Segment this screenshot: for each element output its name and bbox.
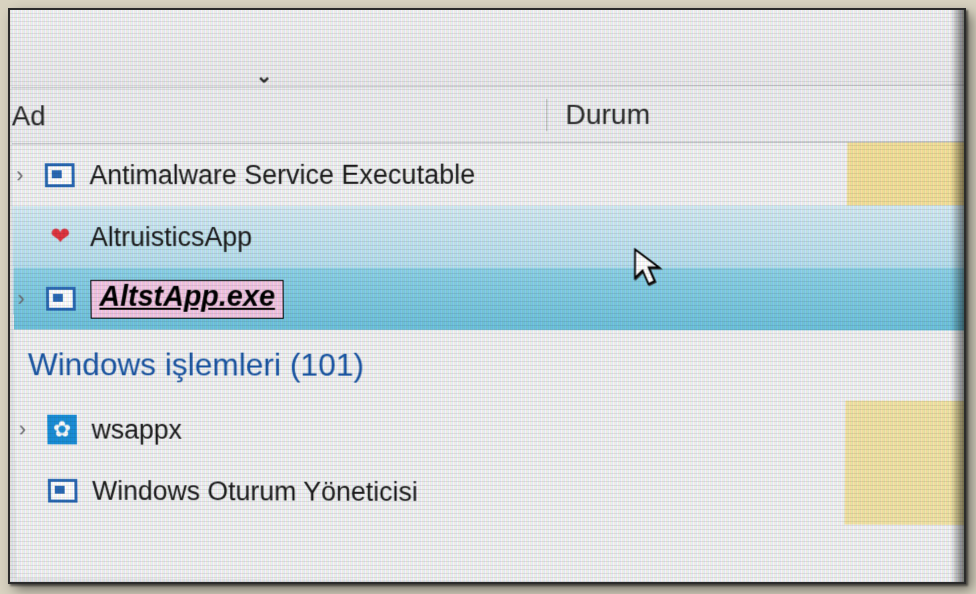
process-row[interactable]: › Antimalware Service Executable [12, 142, 966, 206]
heart-icon: ❤ [50, 225, 70, 249]
group-label: Windows işlemleri (101) [28, 346, 364, 383]
process-row-selected[interactable]: › AltstApp.exe [13, 268, 966, 331]
process-name: AltruisticsApp [82, 222, 252, 253]
process-row[interactable]: ❤ AltruisticsApp [13, 205, 966, 268]
mouse-cursor-icon [630, 248, 666, 295]
process-icon [45, 163, 75, 187]
process-row[interactable]: Windows Oturum Yöneticisi [15, 460, 966, 525]
gear-icon [47, 415, 77, 445]
column-header-name[interactable]: Ad [12, 98, 547, 132]
process-icon [48, 479, 78, 503]
column-header-label: Durum [565, 98, 650, 130]
highlighted-process-name: AltstApp.exe [90, 279, 284, 318]
expand-chevron-icon[interactable]: › [13, 286, 39, 312]
process-name: wsappx [84, 414, 182, 445]
expand-chevron-icon[interactable]: › [15, 417, 41, 443]
expand-chevron-icon[interactable]: › [12, 162, 38, 188]
process-list: › Antimalware Service Executable ❤ Altru… [12, 142, 966, 525]
process-row[interactable]: › wsappx [15, 399, 966, 463]
process-name: Windows Oturum Yöneticisi [84, 476, 418, 508]
process-group-header[interactable]: Windows işlemleri (101) [14, 330, 966, 401]
toolbar: ⌄ [11, 8, 966, 88]
column-headers: Ad Durum [11, 85, 966, 144]
column-header-status[interactable]: Durum [546, 98, 809, 131]
column-header-label: Ad [12, 100, 46, 131]
process-name: Antimalware Service Executable [81, 159, 475, 191]
toolbar-dropdown-chevron[interactable]: ⌄ [256, 63, 273, 88]
process-icon [46, 287, 76, 311]
